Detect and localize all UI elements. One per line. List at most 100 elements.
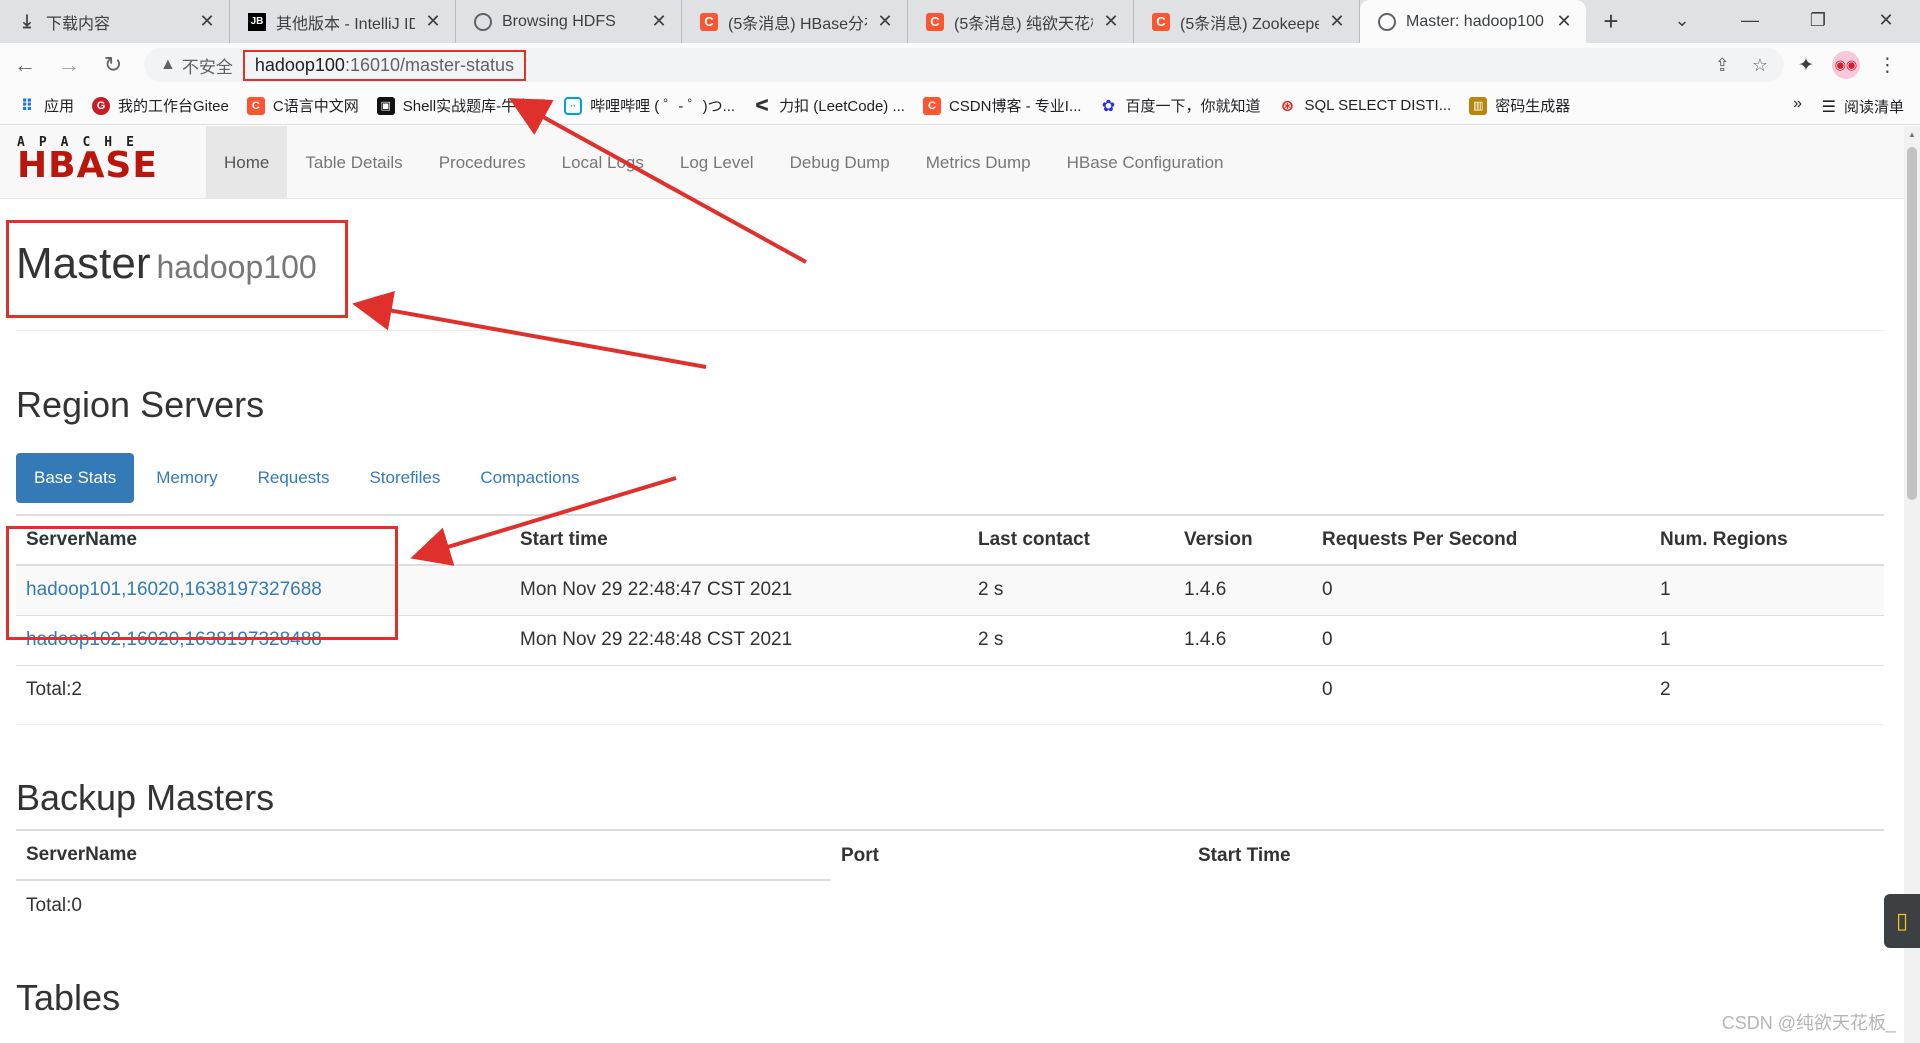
tab-title: Master: hadoop100 <box>1406 12 1544 30</box>
warning-icon[interactable]: ▲ <box>160 56 176 74</box>
browser-tab[interactable]: C (5条消息) HBase分布式 ✕ <box>682 0 908 43</box>
close-icon[interactable]: ✕ <box>1101 11 1121 32</box>
tables-heading: Tables <box>16 977 121 1018</box>
scroll-up-icon[interactable]: ▲ <box>1908 130 1916 139</box>
bookmark-item[interactable]: ▥ 密码生成器 <box>1469 95 1570 116</box>
bookmark-item[interactable]: ᐸ 力扣 (LeetCode) ... <box>753 95 905 116</box>
backup-masters-table: ServerName Port Start Time Total:0 <box>16 829 1884 930</box>
browser-tab-active[interactable]: Master: hadoop100 ✕ <box>1360 0 1586 43</box>
window-controls: ⌄ — ❐ ✕ <box>1648 0 1920 43</box>
url-text[interactable]: hadoop100:16010/master-status <box>242 49 527 81</box>
nav-table-details[interactable]: Table Details <box>287 126 420 199</box>
empty-cell <box>1188 880 1884 930</box>
column-header: Port <box>831 829 1188 880</box>
bookmark-item[interactable]: ⊛ SQL SELECT DISTI... <box>1279 97 1451 115</box>
bookmark-item[interactable]: C CSDN博客 - 专业I... <box>922 95 1081 116</box>
close-icon[interactable]: ✕ <box>649 11 669 32</box>
share-icon[interactable]: ⇪ <box>1715 55 1730 76</box>
bookmark-label: 我的工作台Gitee <box>118 98 229 115</box>
tab-memory[interactable]: Memory <box>138 453 235 503</box>
hbase-nav-menu: Home Table Details Procedures Local Logs… <box>206 126 1242 199</box>
bookmark-item[interactable]: ✿ 百度一下，你就知道 <box>1099 95 1261 116</box>
browser-tab[interactable]: ⤓ 下载内容 ✕ <box>0 0 230 43</box>
close-icon[interactable]: ✕ <box>197 11 217 32</box>
last-contact-cell: 2 s <box>968 564 1174 615</box>
new-tab-button[interactable]: + <box>1586 0 1636 43</box>
tab-base-stats[interactable]: Base Stats <box>16 453 135 503</box>
menu-kebab-icon[interactable]: ⋮ <box>1878 54 1897 77</box>
extensions-icon[interactable]: ✦ <box>1798 54 1814 77</box>
total-label: Total:2 <box>16 664 510 715</box>
close-icon[interactable]: ✕ <box>1554 11 1574 32</box>
browser-tab[interactable]: Browsing HDFS ✕ <box>456 0 682 43</box>
minimize-button[interactable]: — <box>1716 0 1784 43</box>
sql-icon: ⊛ <box>1280 97 1295 115</box>
regions-cell: 1 <box>1650 614 1884 665</box>
nav-log-level[interactable]: Log Level <box>662 126 772 199</box>
region-servers-table: ServerName Start time Last contact Versi… <box>16 514 1884 715</box>
close-icon[interactable]: ✕ <box>1327 11 1347 32</box>
column-header: Requests Per Second <box>1312 514 1650 566</box>
insecure-label[interactable]: 不安全 <box>182 53 233 78</box>
bookmark-star-icon[interactable]: ☆ <box>1752 55 1768 76</box>
nav-procedures[interactable]: Procedures <box>421 126 544 199</box>
scrollbar-thumb[interactable] <box>1907 147 1917 500</box>
total-requests: 0 <box>1312 664 1650 715</box>
nav-hbase-configuration[interactable]: HBase Configuration <box>1049 126 1242 199</box>
nav-home[interactable]: Home <box>206 126 288 199</box>
table-row: hadoop101,16020,1638197327688 Mon Nov 29… <box>16 564 1884 615</box>
profile-avatar[interactable]: ◉◉ <box>1831 51 1860 79</box>
reload-button[interactable]: ↻ <box>94 46 132 84</box>
password-icon: ▥ <box>1469 96 1488 115</box>
reading-list-button[interactable]: ☰ 阅读清单 <box>1822 96 1904 117</box>
bookmark-item[interactable]: C C语言中文网 <box>246 95 359 116</box>
hbase-navbar: APACHE HBASE Home Table Details Procedur… <box>0 126 1904 199</box>
hbase-logo[interactable]: APACHE HBASE <box>17 136 187 184</box>
empty-cell <box>1174 664 1312 715</box>
browser-toolbar: ← → ↻ ▲ 不安全 hadoop100:16010/master-statu… <box>0 43 1920 87</box>
tab-search-icon[interactable]: ⌄ <box>1648 0 1716 43</box>
baidu-icon: ✿ <box>1101 97 1116 115</box>
restore-button[interactable]: ❐ <box>1784 0 1852 43</box>
column-header: ServerName <box>16 829 831 881</box>
tab-requests[interactable]: Requests <box>240 453 348 503</box>
nav-metrics-dump[interactable]: Metrics Dump <box>908 126 1049 199</box>
tab-compactions[interactable]: Compactions <box>462 453 597 503</box>
side-widget-icon[interactable]: ▯ <box>1884 894 1920 948</box>
browser-tab[interactable]: C (5条消息) Zookeeper ✕ <box>1134 0 1360 43</box>
address-bar[interactable]: ▲ 不安全 hadoop100:16010/master-status ⇪ ☆ <box>144 48 1784 82</box>
column-header: ServerName <box>16 514 510 566</box>
nav-local-logs[interactable]: Local Logs <box>544 126 662 199</box>
bookmark-item[interactable]: ▣ Shell实战题库-牛客网 <box>376 95 547 116</box>
close-icon[interactable]: ✕ <box>423 11 443 32</box>
bookmark-item[interactable]: ⠿ 应用 <box>18 95 74 116</box>
server-link[interactable]: hadoop101,16020,1638197327688 <box>26 579 322 600</box>
bookmark-item[interactable]: G 我的工作台Gitee <box>92 95 229 116</box>
browser-tab-strip: ⤓ 下载内容 ✕ JB 其他版本 - IntelliJ IDEA ✕ Brows… <box>0 0 1920 43</box>
apps-grid-icon: ⠿ <box>20 97 34 115</box>
close-icon[interactable]: ✕ <box>875 11 895 32</box>
column-header: Version <box>1174 514 1312 566</box>
server-link[interactable]: hadoop102,16020,1638197328488 <box>26 629 322 650</box>
requests-cell: 0 <box>1312 614 1650 665</box>
tab-storefiles[interactable]: Storefiles <box>351 453 458 503</box>
csdn-icon: C <box>926 12 944 31</box>
bookmarks-more-button[interactable]: » <box>1793 95 1802 113</box>
globe-icon <box>1378 12 1396 31</box>
browser-tab[interactable]: C (5条消息) 纯欲天花板 ✕ <box>908 0 1134 43</box>
close-window-button[interactable]: ✕ <box>1852 0 1920 43</box>
browser-tab[interactable]: JB 其他版本 - IntelliJ IDEA ✕ <box>230 0 456 43</box>
back-button[interactable]: ← <box>6 46 44 84</box>
logo-hbase-text: HBASE <box>17 145 158 186</box>
bookmark-label: 力扣 (LeetCode) ... <box>779 98 905 115</box>
bookmark-item[interactable]: ·· 哔哩哔哩 ( ゜- ゜)つ... <box>564 95 735 116</box>
csdn-icon: C <box>1152 12 1170 31</box>
csdn-icon: C <box>700 12 718 31</box>
start-time-cell: Mon Nov 29 22:48:48 CST 2021 <box>510 614 968 665</box>
nav-debug-dump[interactable]: Debug Dump <box>772 126 908 199</box>
forward-button[interactable]: → <box>50 46 88 84</box>
bookmarks-bar: ⠿ 应用 G 我的工作台Gitee C C语言中文网 ▣ Shell实战题库-牛客网 ·… <box>0 87 1920 125</box>
total-row: Total:0 <box>16 880 1884 930</box>
bookmark-label: Shell实战题库-牛客网 <box>402 98 547 115</box>
url-path: :16010/master-status <box>344 54 515 75</box>
